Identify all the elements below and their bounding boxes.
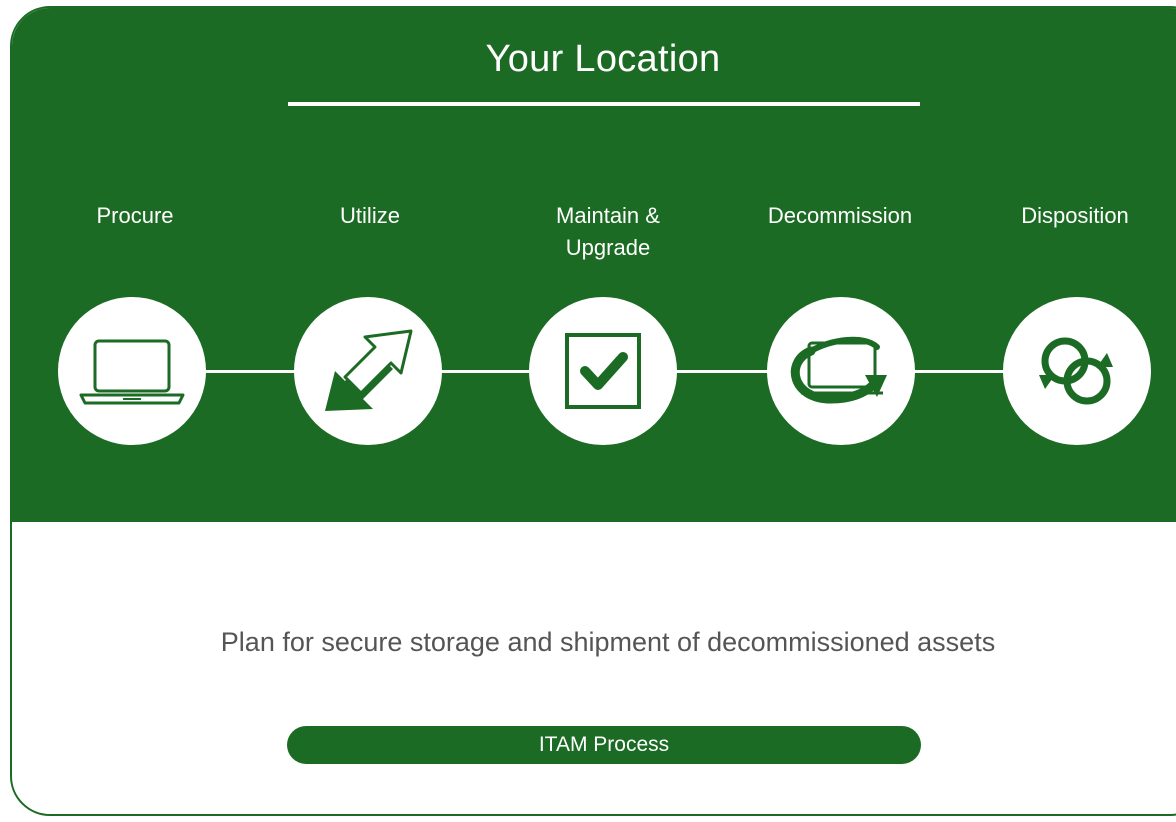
connector-line (437, 370, 537, 373)
stage-label-decommission: Decommission (767, 203, 913, 228)
recycle-rings-icon (1039, 337, 1113, 405)
laptop-icon (79, 339, 185, 405)
connector-line (672, 370, 772, 373)
stage-label-procure: Procure (96, 203, 174, 228)
stage-description: Plan for secure storage and shipment of … (220, 627, 996, 657)
connector-line (202, 370, 302, 373)
swap-arrows-icon (325, 329, 413, 411)
header-panel: Your Location Procure Utilize Maintain &… (12, 8, 1176, 522)
itam-card: Your Location Procure Utilize Maintain &… (10, 6, 1176, 816)
page-title: Your Location (485, 38, 721, 80)
stage-label-disposition: Disposition (1021, 203, 1129, 228)
itam-process-button[interactable]: ITAM Process (287, 726, 921, 764)
checkbox-icon (565, 333, 641, 409)
stage-label-utilize: Utilize (340, 203, 400, 228)
title-underline (288, 102, 920, 106)
stage-label-maintain: Maintain & Upgrade (556, 203, 660, 260)
stage-circle-utilize (294, 297, 442, 445)
stage-circle-procure (58, 297, 206, 445)
connector-line (907, 370, 1007, 373)
stage-circle-maintain (529, 297, 677, 445)
stage-circle-decommission (767, 297, 915, 445)
stage-circle-disposition (1003, 297, 1151, 445)
laptop-cycle-icon (790, 336, 887, 404)
